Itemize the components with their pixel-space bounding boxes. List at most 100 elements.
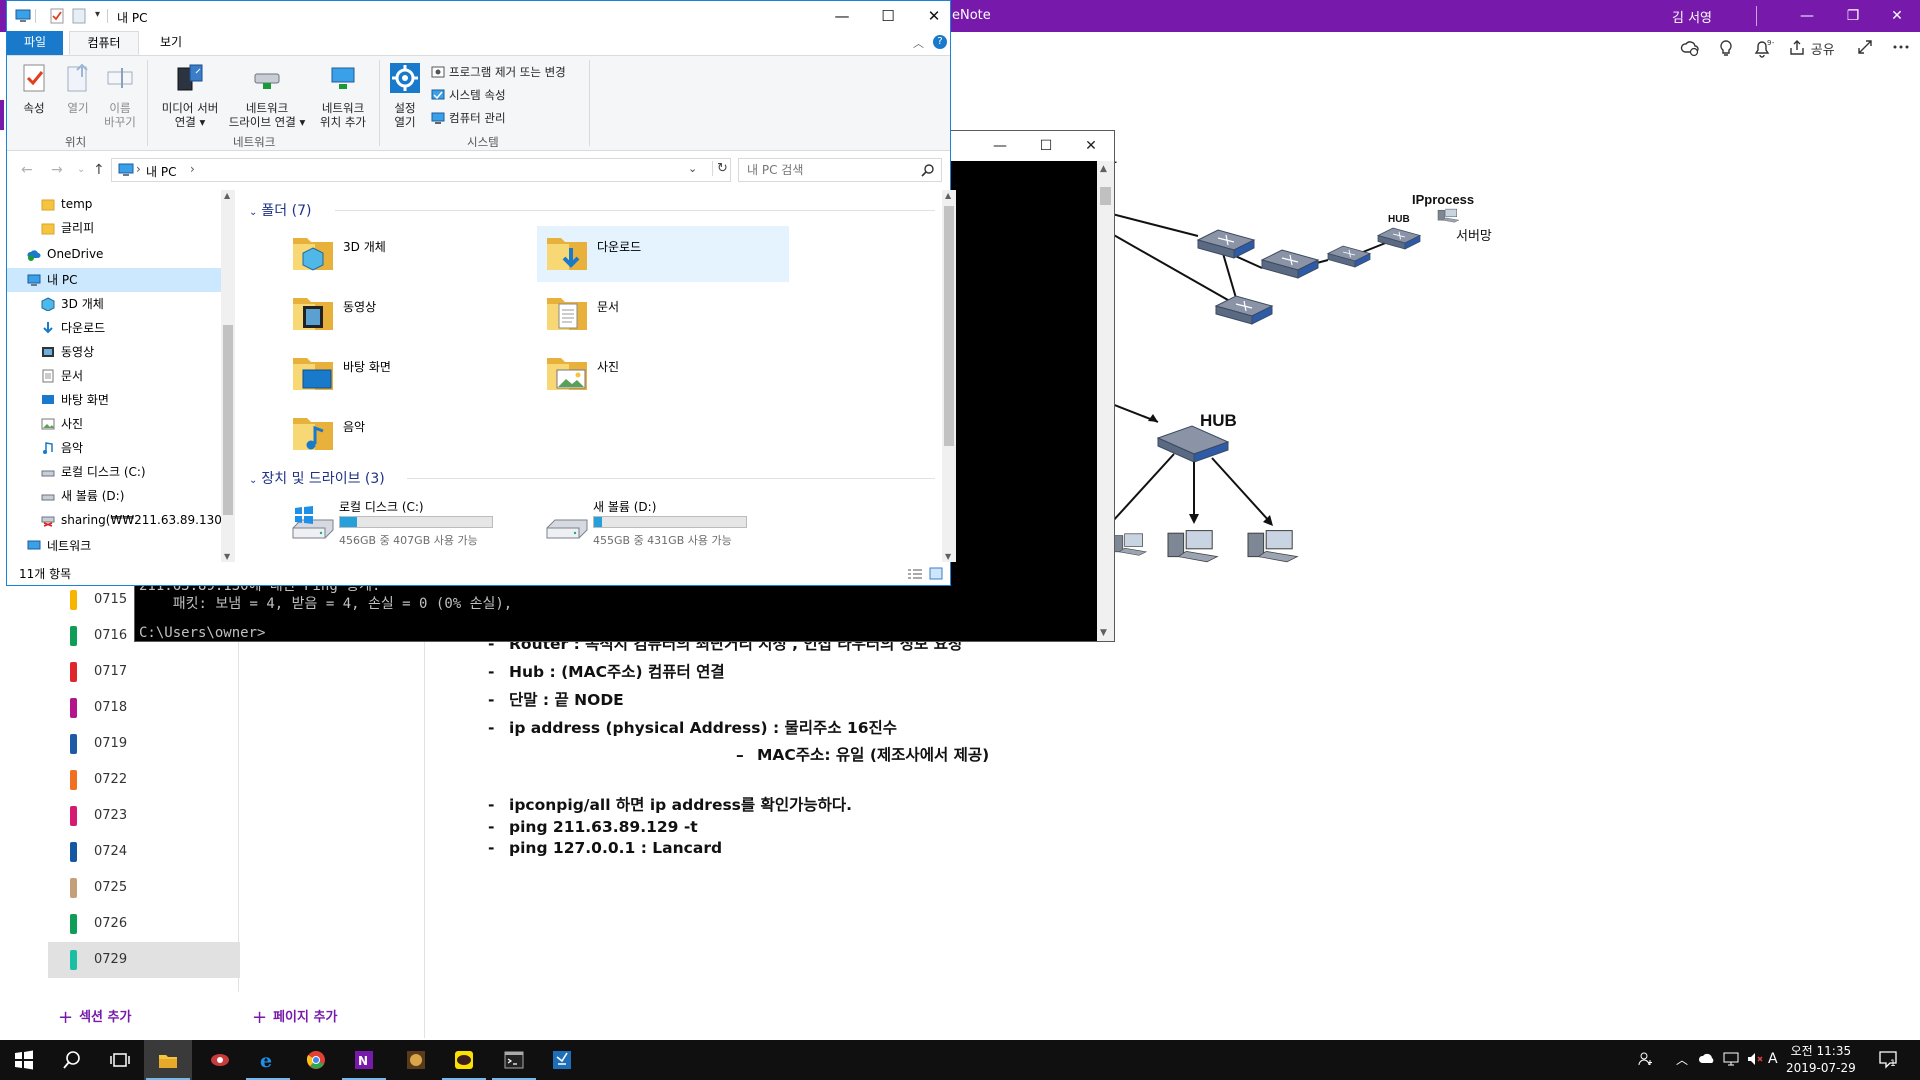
section-item-0717[interactable]: 0717 bbox=[48, 654, 240, 690]
content-scrollbar[interactable]: ▲ ▼ bbox=[942, 190, 956, 562]
scroll-down-arrow-icon[interactable]: ▼ bbox=[1100, 628, 1107, 638]
scroll-up-arrow-icon[interactable]: ▲ bbox=[1100, 164, 1107, 174]
nav-item[interactable]: 로컬 디스크 (C:) bbox=[7, 460, 221, 484]
note-bullet-line[interactable]: - Hub : (MAC주소) 컴퓨터 연결 bbox=[488, 660, 725, 682]
folders-group-header[interactable]: ⌄ 폴더 (7) bbox=[249, 200, 311, 220]
folder-item[interactable]: 사진 bbox=[537, 346, 789, 402]
scroll-down-arrow-icon[interactable]: ▼ bbox=[224, 552, 230, 561]
cmd-maximize-button[interactable]: ☐ bbox=[1023, 131, 1069, 161]
onenote-close-button[interactable]: ✕ bbox=[1874, 0, 1920, 32]
note-bullet-line[interactable]: - ipconpig/all 하면 ip address를 확인가능하다. bbox=[488, 793, 852, 815]
add-page-button[interactable]: + 페이지 추가 bbox=[252, 1006, 337, 1028]
folder-item[interactable]: 3D 개체 bbox=[283, 226, 535, 282]
open-button[interactable]: 열기 bbox=[61, 62, 95, 115]
taskbar-onenote[interactable]: N bbox=[340, 1040, 388, 1080]
note-bullet-line[interactable]: - ip address (physical Address) : 물리주소 16… bbox=[488, 716, 897, 738]
large-icons-view-icon[interactable] bbox=[929, 567, 943, 580]
search-taskbar-button[interactable] bbox=[48, 1040, 96, 1080]
input-method-indicator[interactable]: A bbox=[1768, 1051, 1778, 1067]
explorer-maximize-button[interactable]: ☐ bbox=[865, 1, 911, 31]
explorer-titlebar[interactable]: ▾ 내 PC — ☐ ✕ bbox=[7, 1, 950, 31]
cmd-scroll-thumb[interactable] bbox=[1100, 187, 1111, 205]
taskbar-command-prompt[interactable] bbox=[490, 1040, 538, 1080]
section-item-0719[interactable]: 0719 bbox=[48, 726, 240, 762]
collapse-ribbon-icon[interactable]: ︿ bbox=[913, 35, 924, 51]
address-bar[interactable]: › 내 PC › ⌄ ↻ bbox=[111, 158, 731, 182]
nav-item[interactable]: 네트워크 bbox=[7, 534, 221, 558]
address-dropdown-icon[interactable]: ⌄ bbox=[688, 162, 697, 175]
cmd-minimize-button[interactable]: — bbox=[977, 131, 1023, 161]
explorer-close-button[interactable]: ✕ bbox=[911, 1, 957, 31]
nav-item[interactable]: 음악 bbox=[7, 436, 221, 460]
show-hidden-icons-chevron-icon[interactable]: ︿ bbox=[1676, 1051, 1688, 1068]
recent-locations-chevron-icon[interactable]: ⌄ bbox=[77, 164, 85, 175]
taskbar-snipping-app[interactable] bbox=[196, 1040, 244, 1080]
nav-item[interactable]: 새 볼륨 (D:) bbox=[7, 484, 221, 508]
search-input[interactable] bbox=[747, 162, 917, 178]
section-item-0723[interactable]: 0723 bbox=[48, 798, 240, 834]
navigation-scrollbar[interactable]: ▲ ▼ bbox=[221, 190, 235, 562]
note-bullet-line[interactable]: – MAC주소: 유일 (제조사에서 제공) bbox=[736, 743, 989, 765]
explorer-minimize-button[interactable]: — bbox=[819, 1, 865, 31]
action-center-button[interactable]: 1 bbox=[1878, 1049, 1898, 1069]
onenote-restore-button[interactable]: ❐ bbox=[1830, 0, 1876, 32]
folder-item[interactable]: 다운로드 bbox=[537, 226, 789, 282]
new-folder-quick-icon[interactable] bbox=[71, 8, 87, 24]
taskbar-kakaotalk[interactable] bbox=[440, 1040, 488, 1080]
folder-item[interactable]: 동영상 bbox=[283, 286, 535, 342]
search-box[interactable] bbox=[738, 158, 942, 182]
note-bullet-line[interactable]: - ping 211.63.89.129 -t bbox=[488, 818, 698, 836]
nav-item[interactable]: 3D 개체 bbox=[7, 292, 221, 316]
drives-group-header[interactable]: ⌄ 장치 및 드라이브 (3) bbox=[249, 468, 385, 488]
file-explorer-window[interactable]: ▾ 내 PC — ☐ ✕ 파일 컴퓨터 보기 ︿ ? 속성 열기 이름 바꾸기 … bbox=[6, 0, 956, 586]
computer-management-button[interactable]: 컴퓨터 관리 bbox=[431, 110, 506, 126]
task-view-button[interactable] bbox=[96, 1040, 144, 1080]
section-item-0724[interactable]: 0724 bbox=[48, 834, 240, 870]
folder-item[interactable]: 문서 bbox=[537, 286, 789, 342]
add-network-location-button[interactable]: 네트워크 위치 추가 bbox=[313, 62, 373, 129]
onedrive-cloud-icon[interactable] bbox=[1698, 1051, 1716, 1065]
note-bullet-line[interactable]: - ping 127.0.0.1 : Lancard bbox=[488, 839, 722, 857]
tab-view[interactable]: 보기 bbox=[143, 31, 199, 55]
properties-quick-icon[interactable] bbox=[49, 8, 65, 24]
scroll-up-arrow-icon[interactable]: ▲ bbox=[945, 191, 951, 200]
help-icon[interactable]: ? bbox=[933, 35, 947, 49]
media-server-button[interactable]: 미디어 서버 연결 ▾ bbox=[153, 62, 227, 129]
breadcrumb-this-pc[interactable]: 내 PC bbox=[146, 163, 176, 180]
content-scroll-thumb[interactable] bbox=[944, 206, 954, 446]
drive-item[interactable]: 로컬 디스크 (C:) 456GB 중 407GB 사용 가능 bbox=[287, 494, 539, 550]
map-network-drive-button[interactable]: 네트워크 드라이브 연결 ▾ bbox=[225, 62, 309, 129]
start-button[interactable] bbox=[0, 1040, 48, 1080]
forward-arrow-icon[interactable]: → bbox=[51, 162, 63, 178]
nav-item[interactable]: 동영상 bbox=[7, 340, 221, 364]
breadcrumb-separator[interactable]: › bbox=[190, 162, 195, 176]
details-view-icon[interactable] bbox=[907, 568, 923, 580]
section-item-0722[interactable]: 0722 bbox=[48, 762, 240, 798]
scroll-down-arrow-icon[interactable]: ▼ bbox=[945, 552, 951, 561]
back-arrow-icon[interactable]: ← bbox=[21, 162, 33, 178]
section-item-0718[interactable]: 0718 bbox=[48, 690, 240, 726]
fullscreen-expand-icon[interactable] bbox=[1856, 38, 1874, 60]
more-options-icon[interactable] bbox=[1892, 38, 1910, 60]
customize-qa-dropdown-icon[interactable]: ▾ bbox=[95, 9, 100, 20]
cmd-prompt-line[interactable]: C:\Users\owner> bbox=[139, 625, 265, 641]
taskbar-file-explorer[interactable] bbox=[144, 1040, 192, 1080]
nav-item[interactable]: sharing(₩₩211.63.89.130) (Z bbox=[7, 508, 235, 532]
nav-item[interactable]: temp bbox=[7, 192, 221, 216]
taskbar-internet-explorer[interactable]: e bbox=[244, 1040, 292, 1080]
section-item-0729[interactable]: 0729 bbox=[48, 942, 240, 978]
search-icon[interactable] bbox=[921, 163, 935, 177]
onenote-user-name[interactable]: 김 서영 bbox=[1672, 7, 1712, 26]
tell-me-lightbulb-icon[interactable] bbox=[1716, 38, 1736, 60]
onenote-minimize-button[interactable]: — bbox=[1784, 0, 1830, 32]
up-arrow-icon[interactable]: ↑ bbox=[93, 162, 105, 178]
drive-item[interactable]: 새 볼륨 (D:) 455GB 중 431GB 사용 가능 bbox=[541, 494, 793, 550]
taskbar-game-app[interactable] bbox=[392, 1040, 440, 1080]
nav-item[interactable]: 문서 bbox=[7, 364, 221, 388]
folder-item[interactable]: 음악 bbox=[283, 406, 535, 462]
rename-button[interactable]: 이름 바꾸기 bbox=[99, 62, 141, 129]
properties-button[interactable]: 속성 bbox=[17, 62, 51, 115]
share-button[interactable]: 공유 bbox=[1788, 38, 1835, 60]
navigation-scroll-thumb[interactable] bbox=[223, 325, 233, 515]
taskbar-chrome[interactable] bbox=[292, 1040, 340, 1080]
